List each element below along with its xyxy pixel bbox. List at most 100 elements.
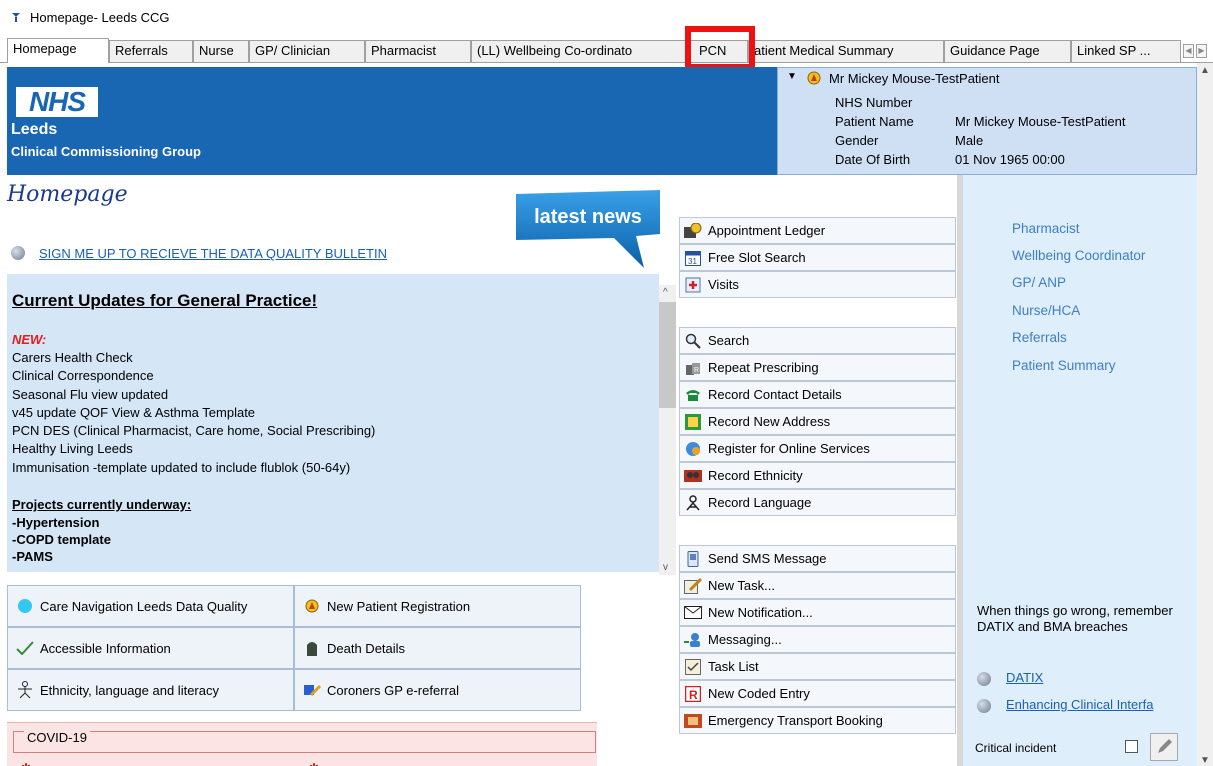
link-wellbeing-coordinator[interactable]: Wellbeing Coordinator <box>1012 248 1145 263</box>
scroll-up-icon[interactable]: ▲ <box>1200 65 1210 76</box>
new-task-button[interactable]: New Task... <box>679 572 956 599</box>
latest-news-banner[interactable]: latest news <box>514 190 662 272</box>
button-label: Record Contact Details <box>708 387 842 402</box>
messaging-icon <box>684 632 702 648</box>
list-item: PCN DES (Clinical Pharmacist, Care home,… <box>12 423 376 439</box>
button-label: Accessible Information <box>40 640 171 656</box>
tab-nurse[interactable]: Nurse <box>193 40 249 62</box>
new-coded-entry-button[interactable]: R New Coded Entry <box>679 680 956 707</box>
coded-entry-icon: R <box>684 685 702 702</box>
record-contact-details-button[interactable]: Record Contact Details <box>679 381 956 408</box>
link-gp-anp[interactable]: GP/ ANP <box>1012 275 1066 290</box>
globe-icon <box>11 245 25 260</box>
search-button[interactable]: Search <box>679 327 956 354</box>
tab-scroll-right-button[interactable]: ▶ <box>1196 44 1207 58</box>
org-name: Leeds <box>11 121 58 138</box>
prescribing-icon: R <box>684 360 702 376</box>
scroll-down-icon[interactable]: v <box>663 562 668 573</box>
scroll-up-icon[interactable]: ^ <box>663 287 668 298</box>
bulletin-row: SIGN ME UP TO RECIEVE THE DATA QUALITY B… <box>11 244 387 261</box>
tab-gp-clinician[interactable]: GP/ Clinician <box>249 40 365 62</box>
scrollbar-thumb[interactable] <box>659 302 676 408</box>
list-item: Immunisation -template updated to includ… <box>12 459 351 475</box>
registration-icon <box>303 597 321 615</box>
record-ethnicity-button[interactable]: Record Ethnicity <box>679 462 956 489</box>
button-label: New Coded Entry <box>708 686 810 701</box>
tab-pharmacist[interactable]: Pharmacist <box>365 40 471 62</box>
page-scrollbar[interactable]: ▲ ▼ <box>1197 63 1213 766</box>
list-item: Clinical Correspondence <box>12 368 154 384</box>
nhs-banner: NHS Leeds Clinical Commissioning Group <box>7 67 777 175</box>
critical-incident-label: Critical incident <box>975 741 1057 755</box>
covid-fieldset: COVID-19 <box>13 730 596 753</box>
link-pharmacist[interactable]: Pharmacist <box>1012 221 1080 236</box>
button-label: Emergency Transport Booking <box>708 713 883 728</box>
tab-bar: Homepage Referrals Nurse GP/ Clinician P… <box>0 37 1213 63</box>
new-label: NEW: <box>12 332 47 347</box>
care-navigation-button[interactable]: Care Navigation Leeds Data Quality <box>7 585 294 627</box>
tab-guidance-page[interactable]: Guidance Page <box>944 40 1071 62</box>
repeat-prescribing-button[interactable]: R Repeat Prescribing <box>679 354 956 381</box>
virus-icon: ✱ <box>21 761 31 766</box>
datix-link[interactable]: DATIX <box>1006 670 1043 685</box>
updates-scrollbar[interactable]: ^ v <box>659 285 676 575</box>
button-label: Free Slot Search <box>708 250 806 265</box>
record-language-button[interactable]: Record Language <box>679 489 956 516</box>
death-details-button[interactable]: Death Details <box>294 627 581 669</box>
ledger-icon <box>684 222 702 239</box>
collapse-caret-icon[interactable]: ▼ <box>787 71 797 82</box>
address-icon <box>684 413 702 430</box>
title-bar: Homepage- Leeds CCG <box>0 0 1213 36</box>
ereferral-icon <box>303 681 321 699</box>
button-label: Coroners GP e-referral <box>327 682 459 698</box>
list-item: v45 update QOF View & Asthma Template <box>12 404 256 420</box>
new-patient-registration-button[interactable]: New Patient Registration <box>294 585 581 627</box>
tab-wellbeing-coordinator[interactable]: (LL) Wellbeing Co-ordinato <box>471 40 688 62</box>
button-label: Record New Address <box>708 414 831 429</box>
free-slot-search-button[interactable]: 31 Free Slot Search <box>679 244 956 271</box>
list-item: Seasonal Flu view updated <box>12 386 169 402</box>
edit-pen-button[interactable] <box>1150 733 1178 761</box>
button-label: Repeat Prescribing <box>708 360 819 375</box>
register-online-services-button[interactable]: Register for Online Services <box>679 435 956 462</box>
link-referrals[interactable]: Referrals <box>1012 330 1067 345</box>
ethnicity-language-button[interactable]: Ethnicity, language and literacy <box>7 669 294 711</box>
button-label: Visits <box>708 277 739 292</box>
patient-panel: ▼ Mr Mickey Mouse-TestPatient NHS Number… <box>777 67 1197 175</box>
tab-patient-medical-summary[interactable]: atient Medical Summary <box>748 40 944 62</box>
record-new-address-button[interactable]: Record New Address <box>679 408 956 435</box>
tab-scroll-left-button[interactable]: ◀ <box>1183 44 1194 58</box>
tab-homepage[interactable]: Homepage <box>7 38 109 63</box>
button-label: Send SMS Message <box>708 551 827 566</box>
button-label: New Notification... <box>708 605 813 620</box>
envelope-icon <box>684 605 702 621</box>
task-list-button[interactable]: Task List <box>679 653 956 680</box>
link-patient-summary[interactable]: Patient Summary <box>1012 358 1116 373</box>
list-item: Healthy Living Leeds <box>12 441 133 457</box>
right-sidebar: Pharmacist Wellbeing Coordinator GP/ ANP… <box>963 175 1197 766</box>
coroners-ereferral-button[interactable]: Coroners GP e-referral <box>294 669 581 711</box>
new-notification-button[interactable]: New Notification... <box>679 599 956 626</box>
list-item: -COPD template <box>12 532 111 547</box>
emergency-transport-button[interactable]: Emergency Transport Booking <box>679 707 956 734</box>
appointment-ledger-button[interactable]: Appointment Ledger <box>679 217 956 244</box>
clinical-interface-row: Enhancing Clinical Interfa <box>977 697 1153 713</box>
visits-button[interactable]: Visits <box>679 271 956 298</box>
button-label: Care Navigation Leeds Data Quality <box>40 598 248 614</box>
enhancing-clinical-interface-link[interactable]: Enhancing Clinical Interfa <box>1006 697 1153 712</box>
language-icon <box>684 494 702 511</box>
send-sms-button[interactable]: Send SMS Message <box>679 545 956 572</box>
gender-label: Gender <box>835 133 879 148</box>
tab-referrals[interactable]: Referrals <box>109 40 193 62</box>
sms-icon <box>684 550 702 567</box>
tab-linked-sp[interactable]: Linked SP ... <box>1071 40 1181 62</box>
bulletin-signup-link[interactable]: SIGN ME UP TO RECIEVE THE DATA QUALITY B… <box>39 246 387 261</box>
critical-incident-checkbox[interactable] <box>1125 740 1138 753</box>
datix-row: DATIX <box>977 670 1043 686</box>
scroll-down-icon[interactable]: ▼ <box>1200 755 1210 766</box>
incident-reminder-text: When things go wrong, remember DATIX and… <box>977 603 1173 634</box>
accessible-information-button[interactable]: Accessible Information <box>7 627 294 669</box>
phone-icon <box>684 387 702 403</box>
messaging-button[interactable]: Messaging... <box>679 626 956 653</box>
link-nurse-hca[interactable]: Nurse/HCA <box>1012 303 1080 318</box>
